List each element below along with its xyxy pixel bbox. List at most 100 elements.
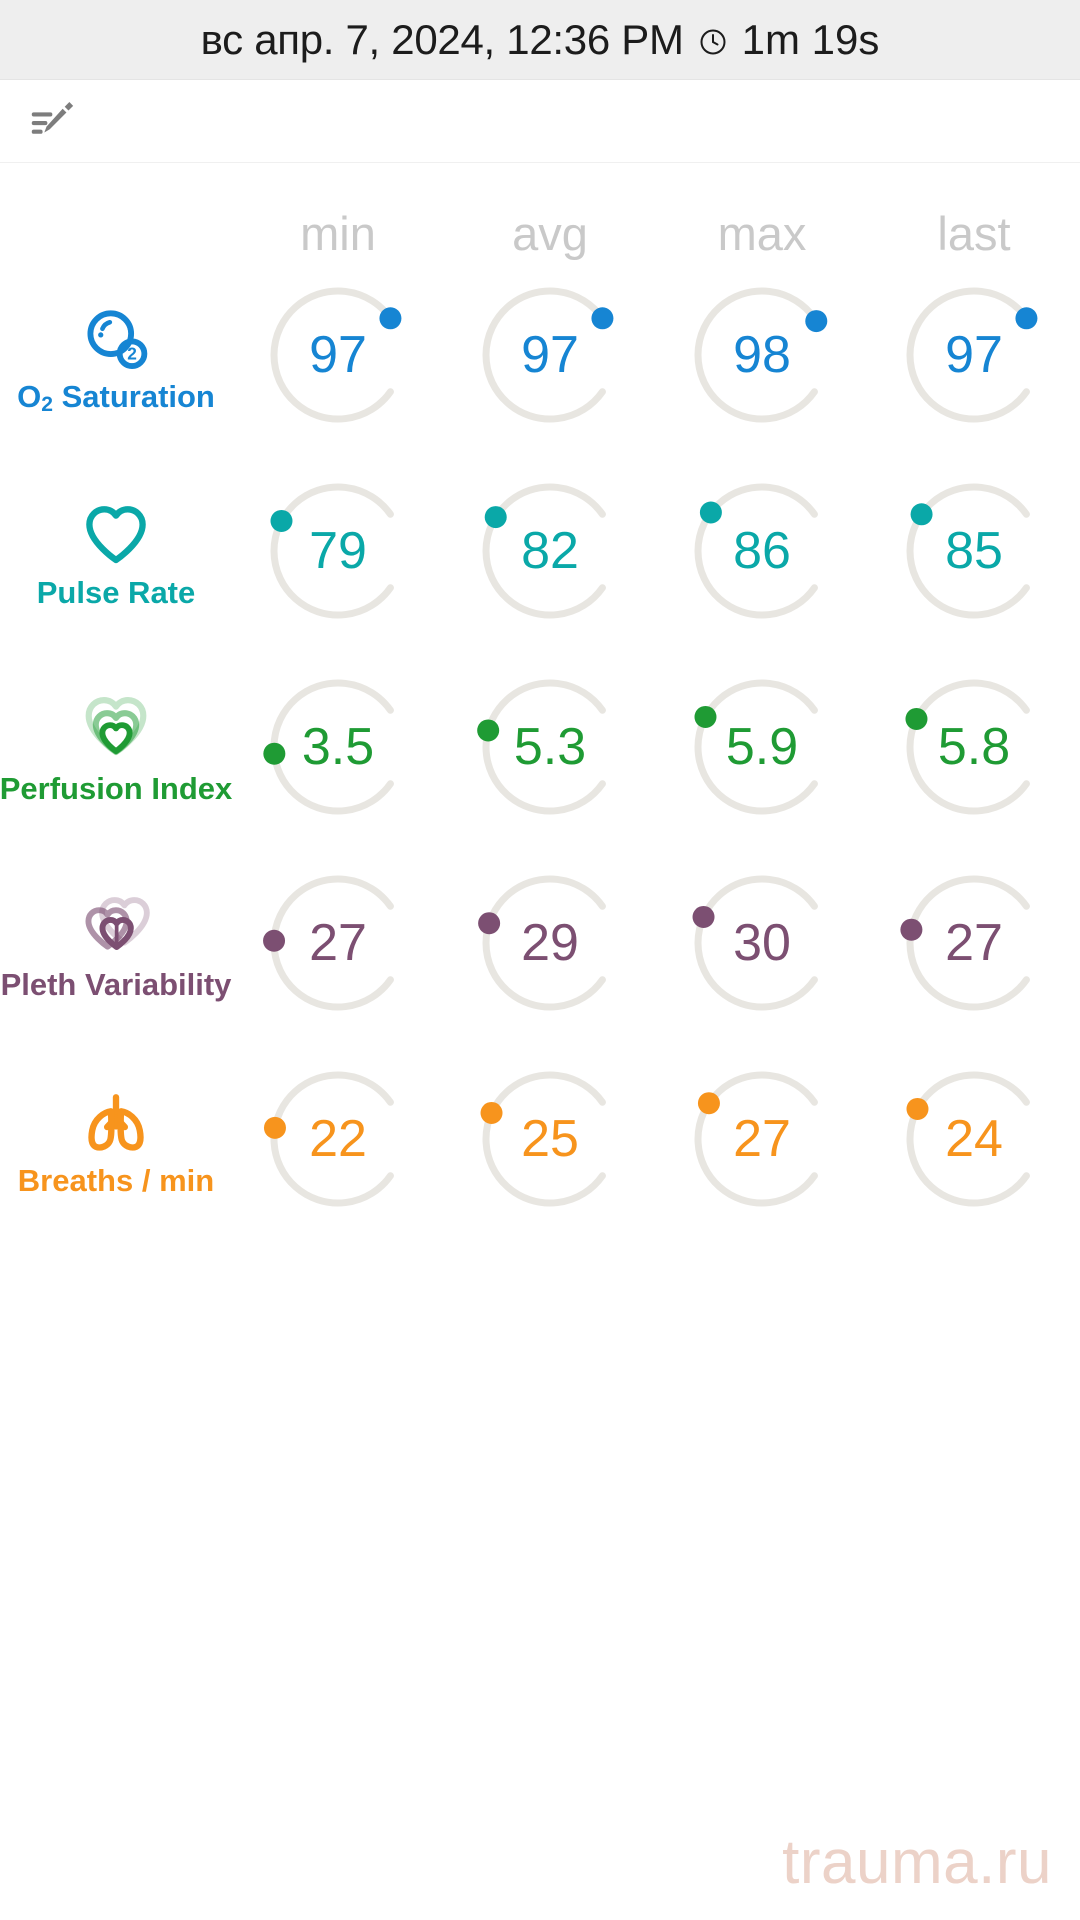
gauge-perfusion-index-last: 5.8: [891, 664, 1057, 830]
metric-label-cell-pulse-rate[interactable]: Pulse Rate: [0, 495, 232, 608]
gauge-value-o2-saturation-avg: 97: [521, 326, 579, 384]
gauge-cell-o2-saturation-min[interactable]: 97: [232, 272, 444, 438]
gauge-value-pulse-rate-last: 85: [945, 522, 1003, 580]
column-header-min: min: [300, 207, 376, 260]
gauge-value-pulse-rate-min: 79: [309, 522, 367, 580]
metric-row-pulse-rate: Pulse Rate 79 82 86 85: [0, 453, 1080, 649]
gauge-cell-pleth-variability-min[interactable]: 27: [232, 860, 444, 1026]
metric-name-rest: Saturation: [52, 378, 215, 414]
gauge-cell-pleth-variability-last[interactable]: 27: [868, 860, 1080, 1026]
gauge-breaths-per-min-last: 24: [891, 1056, 1057, 1222]
metric-label-cell-o2-saturation[interactable]: 2 O2 Saturation: [0, 299, 232, 416]
metric-row-perfusion-index: Perfusion Index 3.5 5.3 5.9 5.8: [0, 649, 1080, 845]
metric-row-breaths-per-min: Breaths / min 22 25 27 24: [0, 1041, 1080, 1237]
lungs-icon: [78, 1083, 154, 1161]
gauge-value-pulse-rate-max: 86: [733, 522, 791, 580]
metric-name-breaths-per-min: Breaths / min: [18, 1165, 214, 1196]
gauge-cell-o2-saturation-max[interactable]: 98: [656, 272, 868, 438]
session-header-bar: вс апр. 7, 2024, 12:36 PM 1m 19s: [0, 0, 1080, 80]
gauge-value-o2-saturation-last: 97: [945, 326, 1003, 384]
metric-name-perfusion-index: Perfusion Index: [0, 773, 232, 804]
metrics-table: min avg max last 2 O2 Saturation 97 97 9…: [0, 163, 1080, 1237]
gauge-value-perfusion-index-avg: 5.3: [513, 718, 587, 776]
metric-name-main: Pleth Variability: [0, 966, 232, 1002]
gauge-cell-pleth-variability-avg[interactable]: 29: [444, 860, 656, 1026]
metric-label-cell-perfusion-index[interactable]: Perfusion Index: [0, 691, 232, 804]
gauge-value-breaths-per-min-min: 22: [309, 1110, 367, 1168]
gauge-pulse-rate-min: 79: [255, 468, 421, 634]
metric-name-o2-saturation: O2 Saturation: [17, 378, 215, 416]
double-heart-icon: [77, 887, 155, 965]
gauge-value-pleth-variability-max: 30: [733, 914, 791, 972]
gauge-cell-breaths-per-min-min[interactable]: 22: [232, 1056, 444, 1222]
gauge-cell-o2-saturation-avg[interactable]: 97: [444, 272, 656, 438]
o2-bubble-icon: 2: [79, 299, 153, 377]
column-header-avg: avg: [512, 207, 588, 260]
heart-outline-icon: [78, 495, 154, 573]
metric-name-pulse-rate: Pulse Rate: [37, 577, 196, 608]
metric-name-main: Pulse Rate: [36, 574, 196, 610]
session-duration: 1m 19s: [741, 15, 880, 63]
gauge-value-o2-saturation-max: 98: [733, 326, 791, 384]
gauge-pleth-variability-min: 27: [255, 860, 421, 1026]
gauge-o2-saturation-min: 97: [255, 272, 421, 438]
gauge-perfusion-index-max: 5.9: [679, 664, 845, 830]
gauge-value-pleth-variability-last: 27: [945, 914, 1003, 972]
metric-rows: 2 O2 Saturation 97 97 98 97 Pulse Rate 7…: [0, 257, 1080, 1237]
gauge-cell-pleth-variability-max[interactable]: 30: [656, 860, 868, 1026]
metric-row-o2-saturation: 2 O2 Saturation 97 97 98 97: [0, 257, 1080, 453]
gauge-value-breaths-per-min-avg: 25: [521, 1110, 579, 1168]
gauge-cell-perfusion-index-avg[interactable]: 5.3: [444, 664, 656, 830]
gauge-pulse-rate-avg: 82: [467, 468, 633, 634]
gauge-value-pleth-variability-avg: 29: [521, 914, 579, 972]
triple-heart-icon: [77, 691, 155, 769]
gauge-breaths-per-min-min: 22: [255, 1056, 421, 1222]
gauge-cell-perfusion-index-last[interactable]: 5.8: [868, 664, 1080, 830]
metric-label-cell-pleth-variability[interactable]: Pleth Variability: [0, 887, 232, 1000]
gauge-pleth-variability-last: 27: [891, 860, 1057, 1026]
gauge-cell-breaths-per-min-max[interactable]: 27: [656, 1056, 868, 1222]
gauge-cell-pulse-rate-max[interactable]: 86: [656, 468, 868, 634]
toolbar: [0, 80, 1080, 163]
gauge-pleth-variability-max: 30: [679, 860, 845, 1026]
gauge-value-breaths-per-min-last: 24: [945, 1110, 1003, 1168]
metric-name-main: Perfusion Index: [0, 770, 233, 806]
gauge-cell-breaths-per-min-last[interactable]: 24: [868, 1056, 1080, 1222]
gauge-breaths-per-min-avg: 25: [467, 1056, 633, 1222]
gauge-value-o2-saturation-min: 97: [309, 326, 367, 384]
gauge-o2-saturation-avg: 97: [467, 272, 633, 438]
gauge-cell-perfusion-index-min[interactable]: 3.5: [232, 664, 444, 830]
gauge-cell-o2-saturation-last[interactable]: 97: [868, 272, 1080, 438]
clock-icon: [698, 27, 728, 57]
gauge-o2-saturation-max: 98: [679, 272, 845, 438]
metric-name-pleth-variability: Pleth Variability: [1, 969, 232, 1000]
metric-row-pleth-variability: Pleth Variability 27 29 30 27: [0, 845, 1080, 1041]
gauge-value-perfusion-index-max: 5.9: [725, 718, 799, 776]
metric-name-main: Breaths / min: [17, 1162, 215, 1198]
gauge-value-pulse-rate-avg: 82: [521, 522, 579, 580]
column-header-row: min avg max last: [0, 171, 1080, 257]
gauge-cell-perfusion-index-max[interactable]: 5.9: [656, 664, 868, 830]
gauge-breaths-per-min-max: 27: [679, 1056, 845, 1222]
gauge-pleth-variability-avg: 29: [467, 860, 633, 1026]
metric-name-main: O: [17, 378, 42, 414]
metric-label-cell-breaths-per-min[interactable]: Breaths / min: [0, 1083, 232, 1196]
column-header-last: last: [937, 207, 1011, 260]
gauge-pulse-rate-max: 86: [679, 468, 845, 634]
gauge-perfusion-index-avg: 5.3: [467, 664, 633, 830]
gauge-cell-pulse-rate-last[interactable]: 85: [868, 468, 1080, 634]
column-header-max: max: [717, 207, 807, 260]
gauge-o2-saturation-last: 97: [891, 272, 1057, 438]
gauge-cell-breaths-per-min-avg[interactable]: 25: [444, 1056, 656, 1222]
gauge-perfusion-index-min: 3.5: [255, 664, 421, 830]
gauge-value-breaths-per-min-max: 27: [733, 1110, 791, 1168]
gauge-cell-pulse-rate-avg[interactable]: 82: [444, 468, 656, 634]
gauge-value-perfusion-index-min: 3.5: [301, 718, 375, 776]
gauge-cell-pulse-rate-min[interactable]: 79: [232, 468, 444, 634]
gauge-value-pleth-variability-min: 27: [309, 914, 367, 972]
note-edit-icon[interactable]: [22, 90, 84, 152]
gauge-value-perfusion-index-last: 5.8: [937, 718, 1011, 776]
gauge-pulse-rate-last: 85: [891, 468, 1057, 634]
svg-text:2: 2: [127, 343, 137, 363]
metric-name-subscript: 2: [41, 393, 53, 417]
